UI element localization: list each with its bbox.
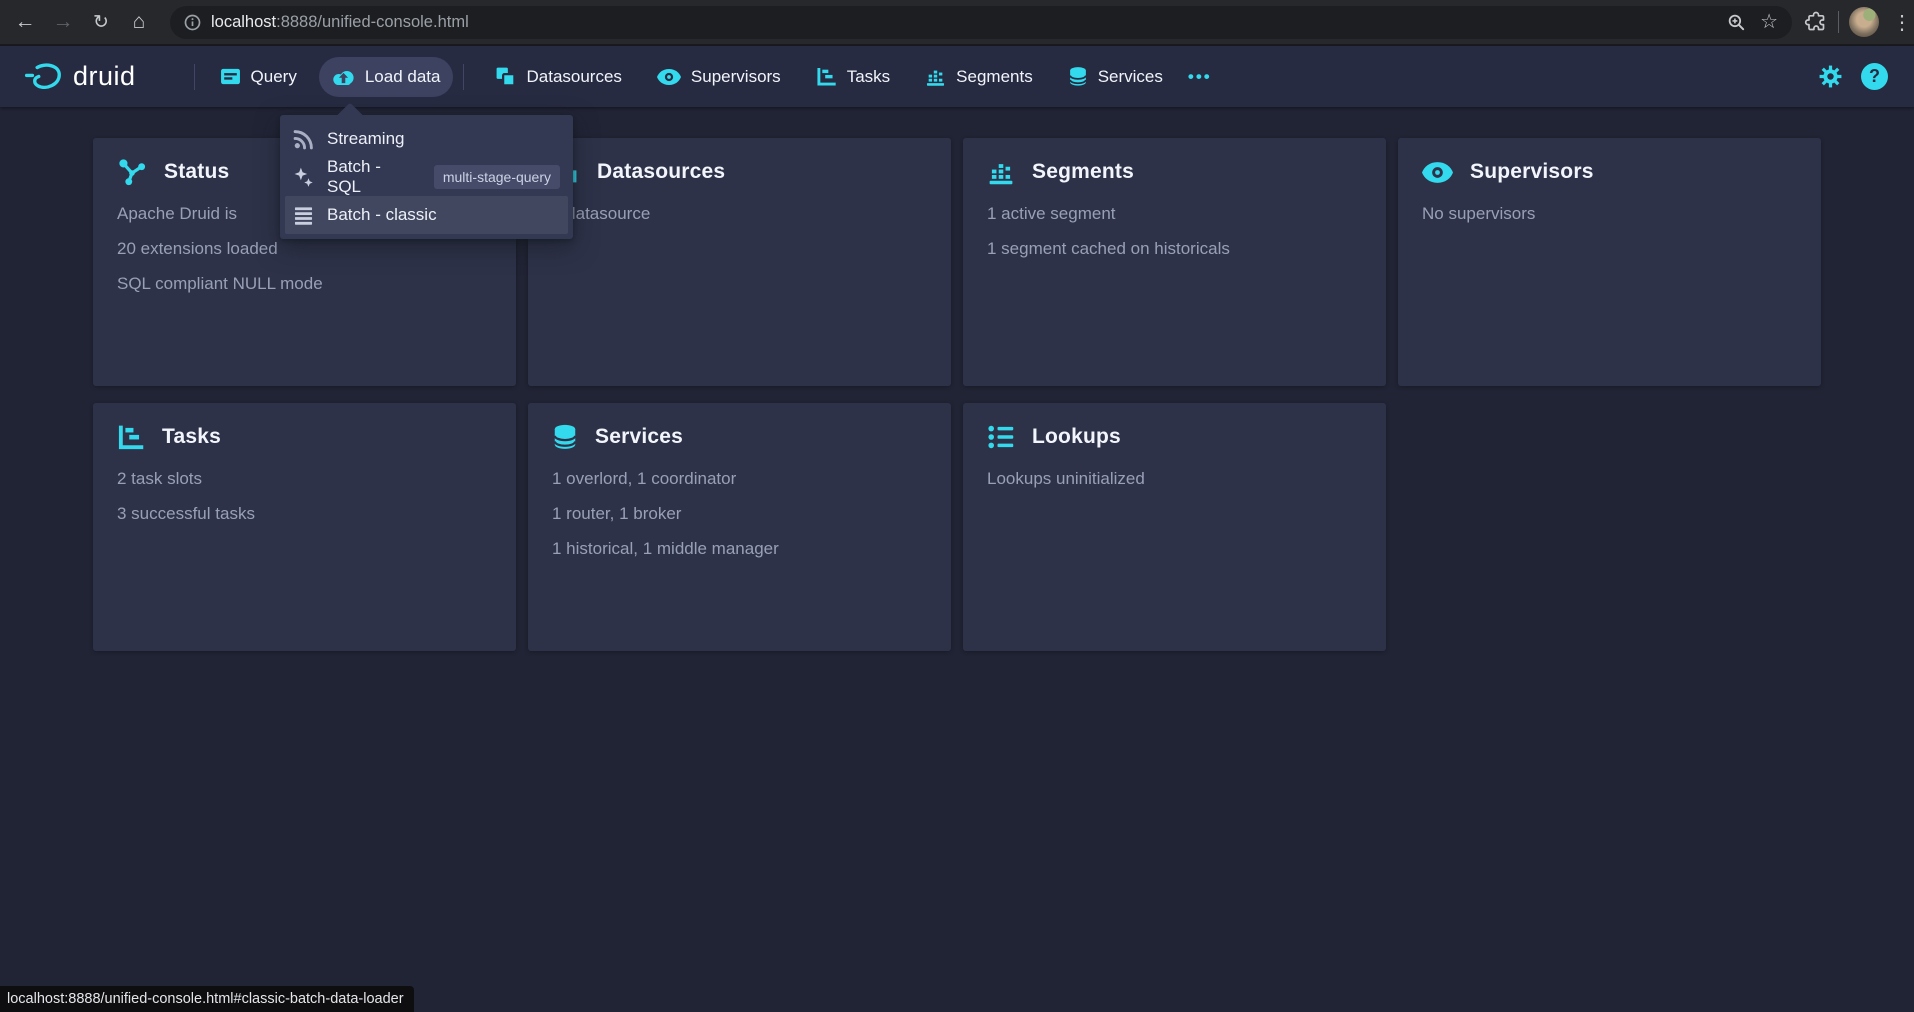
navbar-divider [463,64,464,90]
card-line: SQL compliant NULL mode [117,266,492,301]
card-line: 2 task slots [117,461,492,496]
nav-label: Datasources [526,67,621,87]
card-line: 1 active segment [987,196,1362,231]
menu-item-label: Batch - SQL [327,157,408,197]
card-line: 1 router, 1 broker [552,496,927,531]
browser-toolbar: ← → ↻ ⌂ localhost:8888/unified-console.h… [0,0,1914,46]
druid-navbar: druid Query [0,46,1914,107]
nav-item-tasks[interactable]: Tasks [803,57,903,97]
forward-button[interactable]: → [46,5,80,39]
extensions-puzzle-icon[interactable] [1804,10,1828,34]
nav-item-query[interactable]: Query [207,57,310,97]
database-icon [552,423,578,451]
url-path: :8888/unified-console.html [276,13,469,31]
gear-icon[interactable] [1819,65,1842,88]
nav-label: Load data [365,67,441,87]
feed-icon [293,129,314,150]
supervisors-card[interactable]: Supervisors No supervisors [1398,138,1821,386]
properties-icon [987,423,1015,451]
profile-avatar[interactable] [1849,7,1879,37]
menu-item-label: Batch - classic [327,205,437,225]
card-line: 1 overlord, 1 coordinator [552,461,927,496]
site-info-icon[interactable] [184,14,201,31]
segments-card[interactable]: Segments 1 active segment 1 segment cach… [963,138,1386,386]
card-line: 1 segment cached on historicals [987,231,1362,266]
list-icon [293,205,314,226]
services-card[interactable]: Services 1 overlord, 1 coordinator 1 rou… [528,403,951,651]
query-icon [220,66,241,87]
nav-item-supervisors[interactable]: Supervisors [644,57,794,97]
card-title: Supervisors [1470,160,1594,184]
tasks-card[interactable]: Tasks 2 task slots 3 successful tasks [93,403,516,651]
segments-icon [987,158,1015,186]
navbar-divider [194,64,195,90]
eye-icon [1422,162,1453,183]
bookmark-star-icon[interactable]: ☆ [1760,12,1778,32]
nav-item-load-data[interactable]: Load data [319,57,454,97]
druid-logo-icon [24,62,64,92]
menu-item-batch-sql[interactable]: Batch - SQL multi-stage-query [285,158,568,196]
datasources-card[interactable]: Datasources 1 datasource [528,138,951,386]
nav-label: Tasks [847,67,890,87]
menu-item-batch-classic[interactable]: Batch - classic [285,196,568,234]
card-line: Lookups uninitialized [987,461,1362,496]
graph-icon [117,157,147,187]
msq-badge: multi-stage-query [434,165,560,189]
lookups-card[interactable]: Lookups Lookups uninitialized [963,403,1386,651]
url-text: localhost:8888/unified-console.html [211,13,469,32]
screen: ← → ↻ ⌂ localhost:8888/unified-console.h… [0,0,1914,1012]
druid-wordmark: druid [73,61,136,92]
back-button[interactable]: ← [8,5,42,39]
eye-icon [657,69,681,85]
menu-item-streaming[interactable]: Streaming [285,120,568,158]
link-preview-url: localhost:8888/unified-console.html#clas… [7,991,404,1007]
home-button[interactable]: ⌂ [122,5,156,39]
nav-more-button[interactable]: ••• [1176,67,1224,87]
zoom-icon[interactable] [1727,13,1746,32]
gantt-icon [816,66,837,87]
card-title: Services [595,425,683,449]
segments-icon [925,66,946,87]
card-title: Lookups [1032,425,1121,449]
gantt-icon [117,423,145,451]
nav-label: Supervisors [691,67,781,87]
card-title: Segments [1032,160,1134,184]
nav-item-services[interactable]: Services [1055,57,1176,97]
card-title: Status [164,160,229,184]
toolbar-divider [1838,11,1839,33]
address-bar[interactable]: localhost:8888/unified-console.html ☆ [170,6,1792,39]
card-line: 3 successful tasks [117,496,492,531]
card-line: No supervisors [1422,196,1797,231]
sparkles-icon [293,167,314,188]
nav-label: Query [251,67,297,87]
nav-label: Services [1098,67,1163,87]
card-line: 1 datasource [552,196,927,231]
datasources-icon [495,66,516,87]
browser-menu-icon[interactable]: ⋮ [1889,10,1914,35]
card-title: Datasources [597,160,725,184]
load-data-menu: Streaming Batch - SQL multi-stage-query [280,115,573,239]
card-line: 1 historical, 1 middle manager [552,531,927,566]
nav-label: Segments [956,67,1033,87]
reload-button[interactable]: ↻ [84,5,118,39]
help-icon[interactable]: ? [1861,63,1888,90]
druid-brand[interactable]: druid [24,61,136,92]
link-preview-statusbar: localhost:8888/unified-console.html#clas… [0,986,414,1012]
card-title: Tasks [162,425,221,449]
nav-item-datasources[interactable]: Datasources [482,57,634,97]
database-icon [1068,66,1088,87]
url-host: localhost [211,13,276,31]
nav-item-segments[interactable]: Segments [912,57,1046,97]
menu-item-label: Streaming [327,129,404,149]
cloud-upload-icon [332,68,355,86]
